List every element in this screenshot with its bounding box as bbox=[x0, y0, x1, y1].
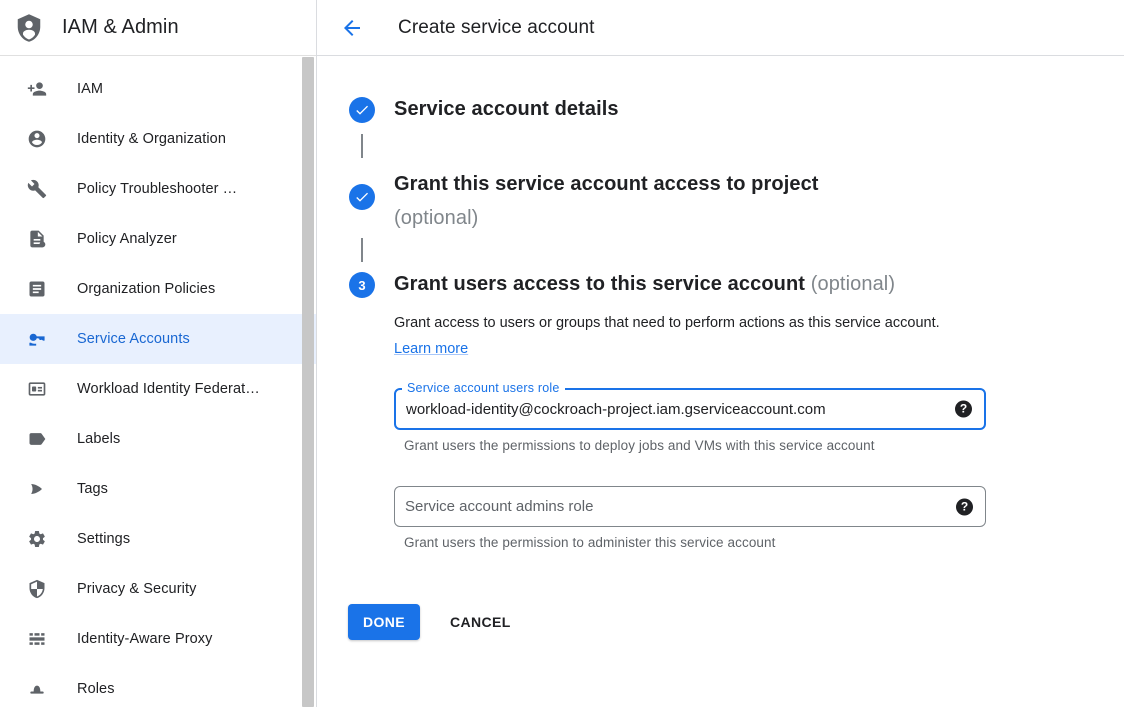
users-role-helper-text: Grant users the permissions to deploy jo… bbox=[404, 438, 875, 453]
step1-check-icon bbox=[349, 97, 375, 123]
hat-icon bbox=[27, 679, 47, 699]
sidebar-item-tags[interactable]: Tags bbox=[0, 464, 316, 514]
help-icon[interactable]: ? bbox=[956, 498, 973, 515]
sidebar-item-iam[interactable]: IAM bbox=[0, 64, 316, 114]
sidebar-item-workload-identity-federation[interactable]: Workload Identity Federat… bbox=[0, 364, 316, 414]
service-account-users-role-field: Service account users role ? bbox=[394, 388, 986, 430]
stepper-connector bbox=[361, 134, 363, 158]
step3-title: Grant users access to this service accou… bbox=[394, 273, 895, 296]
sidebar-item-identity-organization[interactable]: Identity & Organization bbox=[0, 114, 316, 164]
wrench-icon bbox=[27, 179, 47, 199]
sidebar-item-label: Organization Policies bbox=[77, 281, 215, 297]
sidebar-item-organization-policies[interactable]: Organization Policies bbox=[0, 264, 316, 314]
sidebar-item-roles[interactable]: Roles bbox=[0, 664, 316, 706]
proxy-grid-icon bbox=[27, 629, 47, 649]
step3-description: Grant access to users or groups that nee… bbox=[394, 311, 950, 362]
shield-half-icon bbox=[27, 579, 47, 599]
sidebar-item-label: IAM bbox=[77, 81, 103, 97]
sidebar-item-label: Privacy & Security bbox=[77, 581, 196, 597]
sidebar-item-labels[interactable]: Labels bbox=[0, 414, 316, 464]
step2-check-icon bbox=[349, 184, 375, 210]
sidebar-nav: IAM Identity & Organization Policy Troub… bbox=[0, 56, 316, 706]
sidebar-header: IAM & Admin bbox=[0, 0, 316, 56]
sidebar: IAM & Admin IAM Identity & Organization … bbox=[0, 0, 317, 707]
gear-icon bbox=[27, 529, 47, 549]
tag-arrow-icon bbox=[27, 479, 47, 499]
cancel-button[interactable]: CANCEL bbox=[442, 604, 519, 640]
sidebar-item-policy-troubleshooter[interactable]: Policy Troubleshooter … bbox=[0, 164, 316, 214]
sidebar-item-label: Tags bbox=[77, 481, 108, 497]
done-button[interactable]: DONE bbox=[348, 604, 420, 640]
users-role-input[interactable] bbox=[396, 390, 984, 428]
step2-title-text: Grant this service account access to pro… bbox=[394, 167, 819, 201]
step2-optional-label: (optional) bbox=[394, 201, 819, 235]
admins-role-input[interactable] bbox=[395, 487, 985, 526]
sidebar-title: IAM & Admin bbox=[62, 16, 179, 39]
sidebar-item-identity-aware-proxy[interactable]: Identity-Aware Proxy bbox=[0, 614, 316, 664]
step3-number-badge: 3 bbox=[349, 272, 375, 298]
label-icon bbox=[27, 429, 47, 449]
sidebar-item-policy-analyzer[interactable]: Policy Analyzer bbox=[0, 214, 316, 264]
person-add-icon bbox=[27, 79, 47, 99]
learn-more-link[interactable]: Learn more bbox=[394, 341, 468, 357]
sidebar-item-label: Roles bbox=[77, 681, 115, 697]
service-account-key-icon bbox=[27, 329, 47, 349]
article-icon bbox=[27, 279, 47, 299]
sidebar-item-label: Identity-Aware Proxy bbox=[77, 631, 213, 647]
sidebar-item-privacy-security[interactable]: Privacy & Security bbox=[0, 564, 316, 614]
sidebar-scrollbar[interactable] bbox=[302, 57, 314, 707]
back-arrow-icon[interactable] bbox=[340, 16, 364, 40]
help-icon[interactable]: ? bbox=[955, 401, 972, 418]
step3-optional-label: (optional) bbox=[805, 273, 895, 295]
step3-number: 3 bbox=[358, 278, 365, 293]
step3-description-text: Grant access to users or groups that nee… bbox=[394, 315, 940, 331]
sidebar-item-service-accounts[interactable]: Service Accounts bbox=[0, 314, 316, 364]
sidebar-item-label: Settings bbox=[77, 531, 130, 547]
page-title: Create service account bbox=[398, 17, 595, 39]
app-window: IAM & Admin IAM Identity & Organization … bbox=[0, 0, 1124, 707]
iam-shield-logo-icon bbox=[14, 13, 44, 43]
service-account-admins-role-field: ? bbox=[394, 486, 986, 527]
step3-title-text: Grant users access to this service accou… bbox=[394, 273, 805, 295]
account-circle-icon bbox=[27, 129, 47, 149]
main-panel: Create service account Service account d… bbox=[317, 0, 1124, 707]
sidebar-item-label: Policy Analyzer bbox=[77, 231, 177, 247]
sidebar-item-label: Policy Troubleshooter … bbox=[77, 181, 237, 197]
sidebar-item-label: Service Accounts bbox=[77, 331, 190, 347]
step2-title: Grant this service account access to pro… bbox=[394, 167, 819, 235]
id-card-icon bbox=[27, 379, 47, 399]
topbar: Create service account bbox=[317, 0, 1124, 56]
document-gear-icon bbox=[27, 229, 47, 249]
stepper-connector bbox=[361, 238, 363, 262]
sidebar-item-label: Labels bbox=[77, 431, 120, 447]
sidebar-item-label: Workload Identity Federat… bbox=[77, 381, 260, 397]
sidebar-item-label: Identity & Organization bbox=[77, 131, 226, 147]
sidebar-item-settings[interactable]: Settings bbox=[0, 514, 316, 564]
admins-role-helper-text: Grant users the permission to administer… bbox=[404, 535, 776, 550]
step1-title: Service account details bbox=[394, 98, 619, 121]
